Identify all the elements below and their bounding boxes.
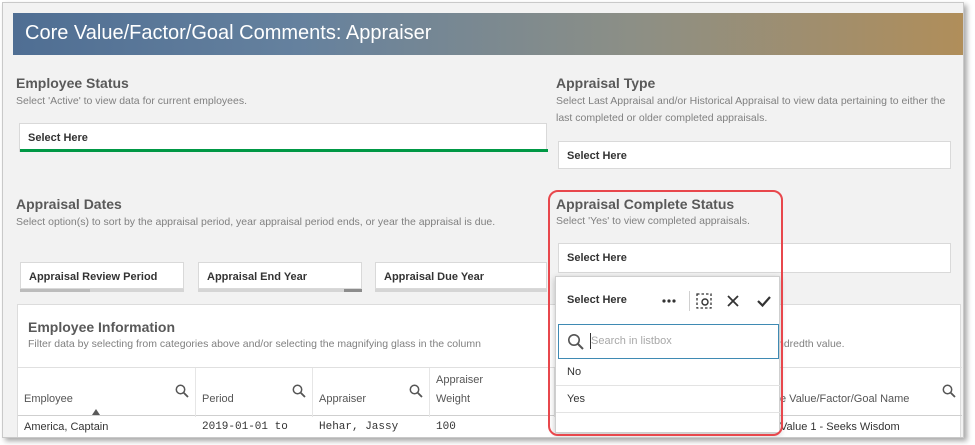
column-label: Appraiser xyxy=(319,393,367,405)
cell-period: 2019-01-01 to xyxy=(202,421,288,433)
cell-weight: 100 xyxy=(436,421,456,433)
employee-status-title: Employee Status xyxy=(16,75,129,91)
appraisal-type-select[interactable]: Select Here xyxy=(558,141,951,169)
selection-bar xyxy=(198,289,362,292)
employee-status-desc: Select 'Active' to view data for current… xyxy=(16,95,248,107)
app-frame: Core Value/Factor/Goal Comments: Apprais… xyxy=(2,2,964,438)
employee-status-select-label: Select Here xyxy=(28,132,88,144)
search-icon[interactable] xyxy=(942,384,956,398)
column-label: Appraiser Weight xyxy=(436,374,484,405)
column-header-period[interactable]: Period xyxy=(196,368,313,417)
employee-status-select[interactable]: Select Here xyxy=(19,123,548,152)
cell-appraiser: Hehar, Jassy xyxy=(319,421,399,433)
page-title: Core Value/Factor/Goal Comments: Apprais… xyxy=(25,22,432,44)
selection-indicator-bar xyxy=(20,149,548,152)
appraisal-type-desc: Select Last Appraisal and/or Historical … xyxy=(556,95,946,124)
employee-information-desc-tail: ndredth value. xyxy=(778,338,845,350)
search-icon[interactable] xyxy=(409,384,423,398)
column-header-appraiser-weight[interactable]: Appraiser Weight xyxy=(430,368,555,417)
sort-ascending-icon xyxy=(92,409,100,415)
cell-employee: America, Captain xyxy=(24,421,109,433)
cell-value-name: Value 1 - Seeks Wisdom xyxy=(780,421,900,433)
column-header-employee[interactable]: Employee xyxy=(18,368,196,417)
employee-information-desc: Filter data by selecting from categories… xyxy=(28,338,481,350)
column-header-value-name[interactable]: e Value/Factor/Goal Name xyxy=(774,368,962,417)
appraisal-due-year-label: Appraisal Due Year xyxy=(384,271,485,283)
appraisal-dates-title: Appraisal Dates xyxy=(16,196,122,212)
appraisal-review-period-button[interactable]: Appraisal Review Period xyxy=(20,262,184,292)
employee-information-title: Employee Information xyxy=(28,319,176,335)
selection-bar xyxy=(20,289,184,292)
search-icon[interactable] xyxy=(175,384,189,398)
appraisal-type-title: Appraisal Type xyxy=(556,75,656,91)
highlight-annotation xyxy=(548,190,783,436)
search-icon[interactable] xyxy=(292,384,306,398)
employee-information-panel: Employee Information Filter data by sele… xyxy=(17,304,962,437)
table-row[interactable]: America, Captain 2019-01-01 to Hehar, Ja… xyxy=(18,417,962,437)
selection-bar xyxy=(375,289,547,292)
appraisal-dates-desc: Select option(s) to sort by the appraisa… xyxy=(16,216,496,228)
column-label: Employee xyxy=(24,393,73,405)
column-label: Period xyxy=(202,393,234,405)
appraisal-type-select-label: Select Here xyxy=(567,150,627,162)
column-label: e Value/Factor/Goal Name xyxy=(780,393,910,405)
table-header: Employee Period Appraiser Appraiser Weig… xyxy=(18,367,962,417)
title-bar: Core Value/Factor/Goal Comments: Apprais… xyxy=(13,13,963,55)
appraisal-review-period-label: Appraisal Review Period xyxy=(29,271,158,283)
appraisal-end-year-label: Appraisal End Year xyxy=(207,271,308,283)
column-header-appraiser[interactable]: Appraiser xyxy=(313,368,430,417)
appraisal-end-year-button[interactable]: Appraisal End Year xyxy=(198,262,362,292)
appraisal-due-year-button[interactable]: Appraisal Due Year xyxy=(375,262,547,292)
